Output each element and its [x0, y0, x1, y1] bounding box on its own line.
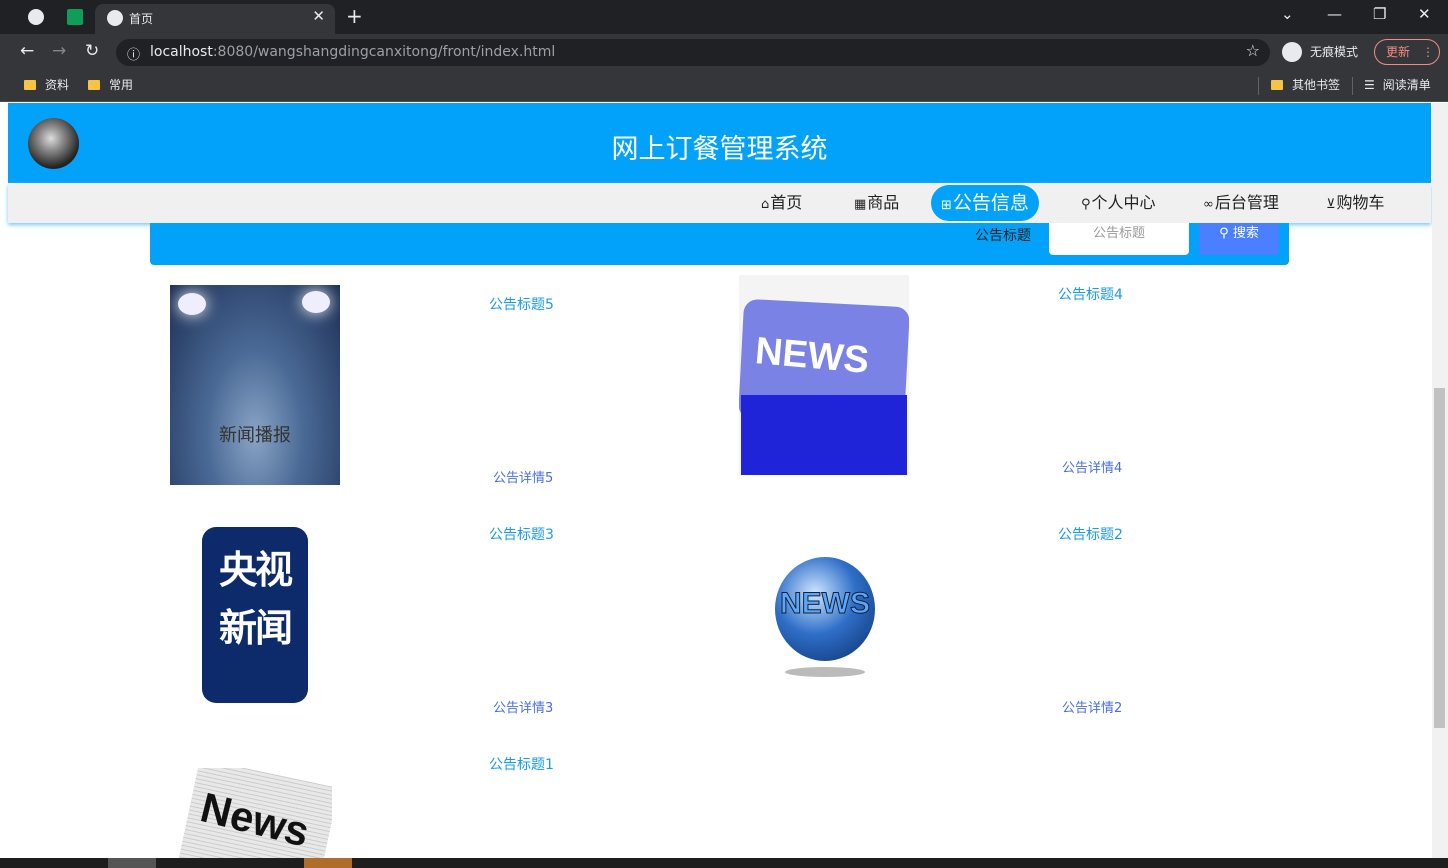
browser-tab-bar: 首页 ✕ + ⌄ — ❐ ✕: [0, 0, 1448, 34]
search-icon: ⚲: [1219, 226, 1229, 241]
star-icon[interactable]: ☆: [1246, 41, 1260, 60]
close-icon[interactable]: ✕: [312, 7, 325, 25]
new-tab-icon[interactable]: +: [346, 4, 363, 28]
folder-icon: [1271, 80, 1283, 90]
scrollbar-thumb[interactable]: [1434, 388, 1445, 728]
nav-item-profile[interactable]: ⚲个人中心: [1081, 183, 1156, 223]
scrollbar[interactable]: [1432, 103, 1448, 860]
nav-item-products[interactable]: ▦商品: [854, 183, 899, 223]
grid-icon: ▦: [854, 197, 867, 212]
notice-detail[interactable]: 公告详情5: [493, 467, 553, 486]
folder-icon: [24, 80, 36, 90]
reload-icon[interactable]: ↻: [85, 41, 99, 61]
address-bar: ← → ↻ ⓘ localhost:8080/wangshangdingcanx…: [0, 34, 1448, 70]
bookmark-folder[interactable]: 资料: [24, 76, 69, 93]
close-window-icon[interactable]: ✕: [1418, 5, 1431, 23]
divider: [1258, 77, 1259, 95]
minimize-icon[interactable]: —: [1327, 5, 1342, 23]
chevron-down-icon[interactable]: ⌄: [1281, 5, 1294, 23]
reading-list-icon: ☰: [1364, 78, 1375, 92]
nav-item-home[interactable]: ⌂首页: [761, 183, 802, 223]
notice-title[interactable]: 公告标题4: [1058, 284, 1123, 304]
back-icon[interactable]: ←: [20, 41, 34, 61]
home-icon: ⌂: [761, 197, 770, 212]
search-bar: 公告标题 公告标题 ⚲ 搜索: [150, 223, 1289, 265]
notice-image[interactable]: 新闻播报: [170, 285, 340, 485]
main-nav: ⌂首页 ▦商品 ⊞公告信息 ⚲个人中心 ∞后台管理 ⊻购物车: [8, 183, 1431, 223]
image-caption: NEWS: [780, 587, 871, 621]
site-header: 网上订餐管理系统: [8, 103, 1431, 183]
notice-title[interactable]: 公告标题1: [489, 754, 554, 774]
incognito-badge[interactable]: 无痕模式: [1280, 39, 1366, 65]
notice-image[interactable]: NEWS: [773, 557, 877, 679]
nav-item-admin[interactable]: ∞后台管理: [1203, 183, 1279, 223]
search-input[interactable]: 公告标题: [1049, 223, 1189, 255]
notice-detail[interactable]: 公告详情3: [493, 697, 553, 716]
tab-title: 首页: [129, 12, 154, 26]
info-icon[interactable]: ⓘ: [127, 44, 140, 63]
incognito-icon: [1282, 42, 1302, 62]
search-button[interactable]: ⚲ 搜索: [1199, 223, 1279, 255]
notice-image[interactable]: NEWS: [739, 275, 909, 475]
image-caption: 新闻播报: [219, 425, 291, 446]
site-title: 网上订餐管理系统: [611, 134, 828, 165]
divider: [1352, 77, 1353, 95]
search-label: 公告标题: [975, 228, 1031, 244]
update-button[interactable]: 更新 ⋮: [1374, 39, 1440, 65]
notice-image[interactable]: 央视新闻: [202, 527, 308, 703]
notice-title[interactable]: 公告标题2: [1058, 524, 1123, 544]
image-caption: 央视新闻: [218, 548, 293, 650]
taskbar: [0, 858, 1448, 868]
restore-icon[interactable]: ❐: [1373, 5, 1386, 23]
reading-list[interactable]: ☰ 阅读清单: [1364, 76, 1431, 93]
url-input[interactable]: ⓘ localhost:8080/wangshangdingcanxitong/…: [116, 39, 1270, 66]
url-text: localhost:8080/wangshangdingcanxitong/fr…: [150, 44, 556, 60]
bookmark-folder[interactable]: 其他书签: [1271, 76, 1340, 93]
notice-title[interactable]: 公告标题5: [489, 294, 554, 314]
bookmark-folder[interactable]: 常用: [88, 76, 133, 93]
link-icon: ∞: [1203, 197, 1214, 212]
nav-item-cart[interactable]: ⊻购物车: [1326, 183, 1385, 223]
globe-icon: [107, 10, 123, 26]
notice-detail[interactable]: 公告详情4: [1062, 457, 1122, 476]
nav-item-notices[interactable]: ⊞公告信息: [931, 185, 1039, 221]
folder-icon: [88, 80, 100, 90]
gift-icon: ⊞: [941, 198, 952, 213]
globe-icon[interactable]: [28, 9, 44, 25]
active-tab[interactable]: 首页 ✕: [95, 4, 335, 34]
notice-detail[interactable]: 公告详情2: [1062, 697, 1122, 716]
user-icon: ⚲: [1081, 197, 1091, 212]
cart-icon: ⊻: [1326, 197, 1336, 212]
notice-title[interactable]: 公告标题3: [489, 524, 554, 544]
sheets-icon[interactable]: [67, 9, 83, 25]
bookmarks-bar: 资料 常用 其他书签 ☰ 阅读清单: [0, 70, 1448, 102]
notice-image[interactable]: News: [178, 768, 332, 858]
forward-icon[interactable]: →: [52, 41, 66, 61]
